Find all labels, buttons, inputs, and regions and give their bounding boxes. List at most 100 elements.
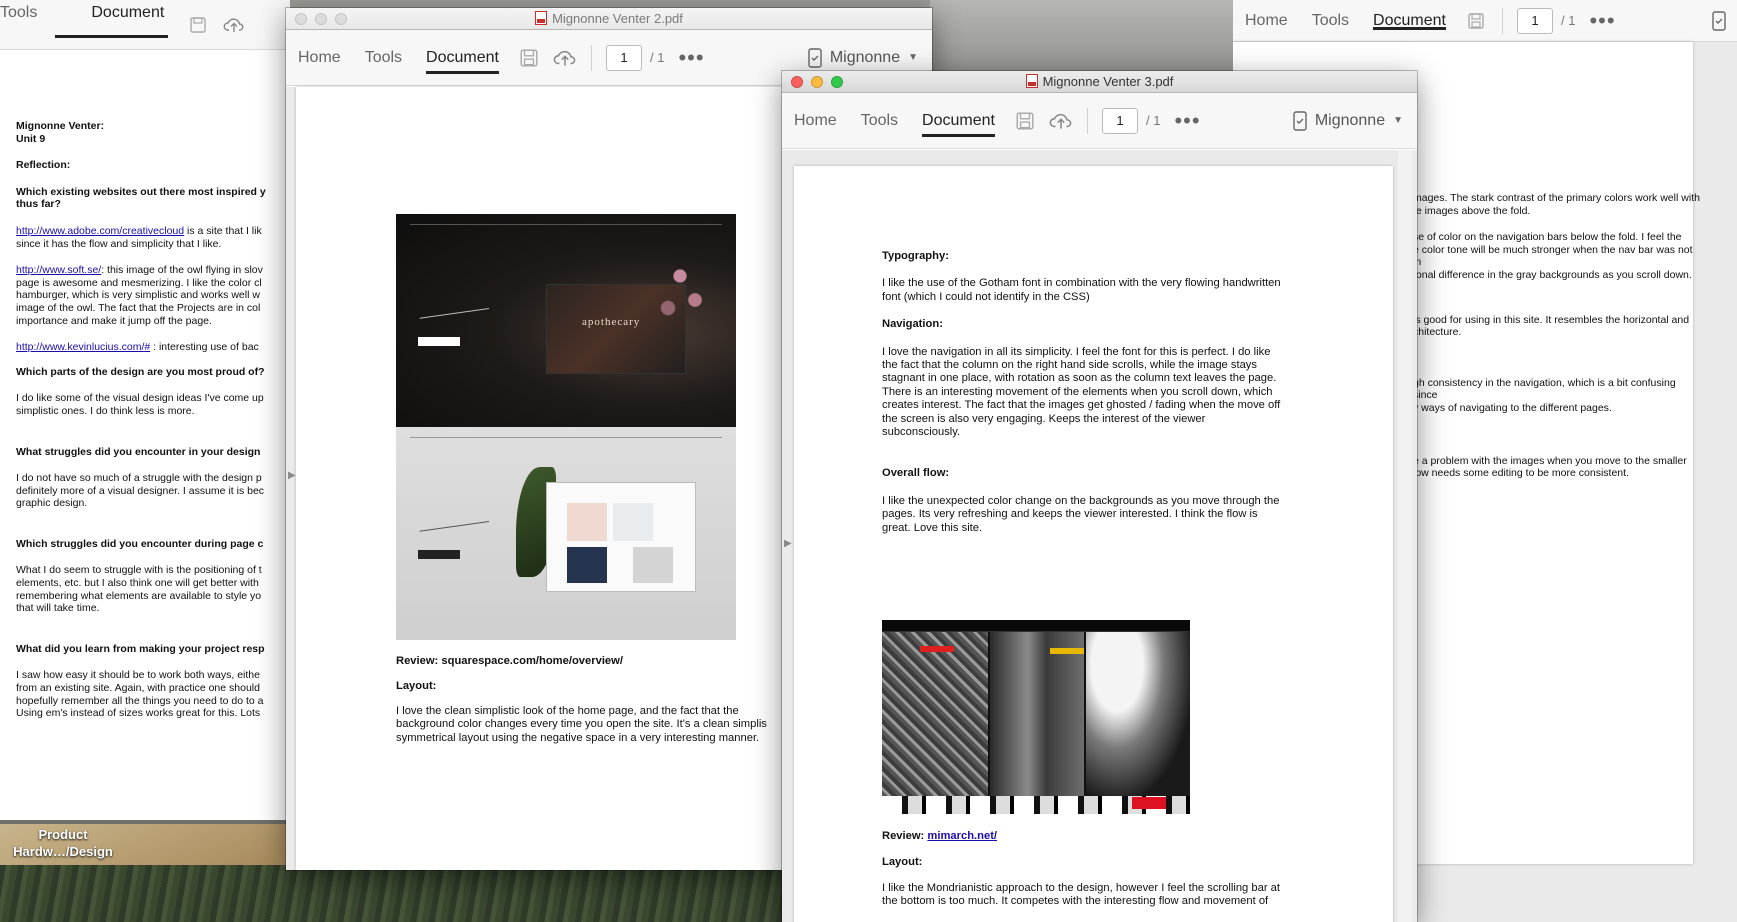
text-line: I love the clean simplistic look of the … [396, 705, 739, 717]
page-number-input[interactable]: 1 [1516, 7, 1553, 34]
link-kevinlucius[interactable]: http://www.kevinlucius.com/# [16, 341, 150, 353]
user-menu[interactable]: Mignonne ▼ [1293, 110, 1417, 131]
tab-home[interactable]: Home [286, 30, 353, 86]
text-line: http://www.soft.se/: this image of the o… [16, 264, 290, 277]
question: Which existing websites out there most i… [16, 185, 266, 198]
tab-home[interactable]: Home [782, 93, 849, 149]
text-line: the screen is also very engaging. Keeps … [882, 412, 1206, 425]
text-line: hamburger, which is very simplistic and … [16, 289, 260, 302]
close-button[interactable] [791, 76, 803, 88]
page-number-input[interactable]: 1 [1101, 107, 1138, 134]
save-icon[interactable] [511, 30, 547, 86]
toolbar: Home Tools Document 1 / 1 ••• [1233, 0, 1737, 42]
toolbar-separator [1086, 107, 1088, 134]
chevron-down-icon: ▼ [1393, 115, 1403, 126]
text-line: There is an interesting movement of the … [882, 385, 1273, 398]
text-line: e a problem with the images when you mov… [1413, 454, 1687, 467]
user-menu[interactable]: Mignonne ▼ [808, 47, 932, 68]
upload-icon[interactable] [547, 30, 583, 86]
tile [633, 547, 673, 583]
desktop-icon-label-2[interactable]: Hardw…/Design [8, 844, 118, 859]
laptop-mockup [546, 482, 696, 592]
pdf-file-icon [535, 11, 548, 25]
page-number-input[interactable]: 1 [605, 44, 642, 71]
text-line: that will take time. [16, 602, 100, 615]
tab-document[interactable]: Document [43, 0, 180, 50]
text-line: remembering what elements are available … [16, 589, 262, 602]
script-heading [416, 502, 490, 532]
text-line: Using em's instead of sizes works great … [16, 707, 261, 720]
minimize-button[interactable] [811, 76, 823, 88]
minimize-button[interactable] [315, 13, 327, 25]
text-line: since it has the flow and simplicity tha… [16, 237, 222, 250]
page-text: Typography: I like the use of the Gotham… [882, 250, 1342, 535]
mobile-link-icon [1293, 110, 1307, 131]
save-icon[interactable] [1007, 93, 1043, 149]
page-total: / 1 [1560, 13, 1576, 28]
text-fragment: : this image of the owl flying in slov [101, 264, 263, 277]
tab-document[interactable]: Document [414, 30, 511, 86]
page-total: / 1 [1145, 113, 1161, 128]
link-adobe[interactable]: http://www.adobe.com/creativecloud [16, 225, 184, 237]
screenshot-squarespace-light [396, 427, 736, 640]
close-button[interactable] [295, 13, 307, 25]
zoom-button[interactable] [831, 76, 843, 88]
pdf-file-icon [1025, 74, 1038, 88]
tab-tools[interactable]: Tools [1300, 0, 1361, 42]
screenshot-mimarch [882, 620, 1190, 814]
layout-heading: Layout: [396, 680, 437, 692]
text-line: creates interest. The fact that the imag… [882, 399, 1281, 412]
title-bar[interactable]: Mignonne Venter 3.pdf [782, 71, 1417, 93]
tab-tools[interactable]: Tools [849, 93, 910, 149]
more-icon[interactable]: ••• [664, 30, 718, 86]
question: What did you learn from making your proj… [16, 642, 265, 655]
link-soft[interactable]: http://www.soft.se/ [16, 264, 101, 276]
mobile-link-icon [808, 47, 822, 68]
desktop-grass [0, 865, 800, 922]
more-icon[interactable]: ••• [1575, 0, 1629, 42]
text-line: I like the use of the Gotham font in com… [882, 277, 1281, 290]
pdf-window-left: Tools Document Mignonne Venter: Unit 9 R… [0, 0, 290, 820]
tab-tools[interactable]: Tools [0, 0, 43, 50]
text-line: I do not have so much of a struggle with… [16, 472, 262, 485]
question: Which parts of the design are you most p… [16, 365, 265, 378]
text-line: e color tone will be much stronger when … [1413, 243, 1693, 269]
question: Which struggles did you encounter during… [16, 537, 264, 550]
panel-left [882, 632, 988, 796]
more-icon[interactable]: ••• [1160, 93, 1214, 149]
question: What struggles did you encounter in your… [16, 445, 261, 458]
scrollbar[interactable] [1398, 150, 1412, 922]
document-area: Typography: I like the use of the Gotham… [782, 150, 1417, 922]
zoom-button[interactable] [335, 13, 347, 25]
text-line: font (which I could not identify in the … [882, 290, 1090, 303]
user-name: Mignonne [1314, 111, 1386, 129]
text-line: gh consistency in the navigation, which … [1413, 376, 1676, 402]
text-line: http://www.kevinlucius.com/# : interesti… [16, 341, 290, 354]
desktop-icon-label[interactable]: Product [8, 826, 118, 843]
tab-home[interactable]: Home [1233, 0, 1300, 42]
text-line: I love the navigation in all its simplic… [882, 345, 1271, 358]
tab-document[interactable]: Document [1361, 0, 1458, 42]
text-line: from an existing site. Again, with pract… [16, 682, 260, 695]
author-name: Mignonne Venter: [16, 120, 105, 132]
toolbar-separator [590, 44, 592, 71]
pdf-page: Typography: I like the use of the Gotham… [794, 166, 1393, 922]
yellow-tag [1050, 648, 1084, 654]
expand-pane-icon[interactable]: ▶ [784, 538, 792, 549]
user-name: Mignonne [829, 48, 901, 66]
upload-icon[interactable] [1043, 93, 1079, 149]
mobile-link-icon[interactable] [1701, 0, 1737, 42]
link-mimarch[interactable]: mimarch.net/ [927, 830, 997, 842]
title-bar[interactable]: Mignonne Venter 2.pdf [286, 8, 932, 30]
save-icon[interactable] [180, 12, 216, 38]
expand-pane-icon[interactable]: ▶ [288, 470, 296, 481]
tab-tools[interactable]: Tools [353, 30, 414, 86]
tab-document[interactable]: Document [910, 93, 1007, 149]
panel-middle [990, 632, 1084, 796]
desktop-sky [930, 0, 1250, 80]
text-line: I do like some of the visual design idea… [16, 392, 264, 405]
text-line: background color changes every time you … [396, 718, 767, 731]
save-icon[interactable] [1458, 0, 1494, 42]
upload-icon[interactable] [216, 12, 252, 38]
